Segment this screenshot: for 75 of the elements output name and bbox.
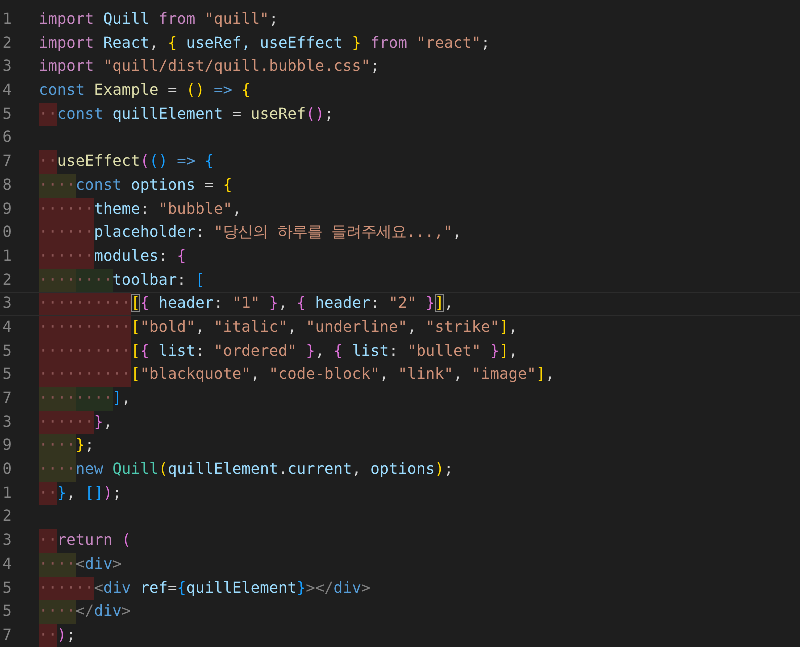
line-number: 1 bbox=[2, 246, 12, 267]
line-number: 3 bbox=[2, 412, 12, 433]
code-line: ["bold", "italic", "underline", "strike"], bbox=[131, 316, 518, 338]
indent-guide: ······ bbox=[39, 198, 94, 222]
line-number: 0 bbox=[2, 459, 12, 480]
code-line: ["blackquote", "code-block", "link", "image"], bbox=[131, 364, 555, 386]
line-number: 9 bbox=[2, 198, 12, 220]
code-line: toolbar: [ bbox=[112, 270, 205, 291]
line-number: 6 bbox=[2, 127, 12, 148]
indent-guide: ······ bbox=[39, 244, 94, 269]
line-number: 2 bbox=[2, 506, 12, 528]
line-number: 5 bbox=[2, 601, 12, 622]
indent-guide: ·· bbox=[39, 102, 58, 126]
indent-guide: ·········· bbox=[39, 316, 132, 340]
indent-guide: ···· bbox=[39, 600, 76, 624]
code-line: import "quill/dist/quill.bubble.css"; bbox=[39, 56, 380, 78]
indent-guide: ······ bbox=[39, 576, 94, 600]
indent-guide: ·········· bbox=[39, 293, 132, 315]
code-line: const Example = () => { bbox=[39, 80, 251, 102]
code-line: const options = { bbox=[76, 174, 232, 196]
code-line: ); bbox=[57, 624, 76, 646]
code-line: placeholder: "당신의 하루를 들려주세요...,", bbox=[94, 222, 462, 244]
line-number: 5 bbox=[2, 104, 12, 125]
code-line: [{ list: "ordered" }, { list: "bullet" }], bbox=[131, 340, 518, 362]
line-number: 3 bbox=[2, 293, 12, 314]
code-line: theme: "bubble", bbox=[94, 198, 242, 220]
indent-guide: ·· bbox=[39, 482, 58, 506]
code-line: [{ header: "1" }, { header: "2" }], bbox=[131, 293, 454, 314]
code-line: const quillElement = useRef(); bbox=[57, 104, 334, 125]
code-line: modules: { bbox=[94, 246, 186, 267]
line-number: 5 bbox=[2, 340, 12, 362]
indent-guide: ·········· bbox=[39, 340, 132, 364]
line-number: 4 bbox=[2, 80, 12, 102]
indent-guide: ·· bbox=[39, 529, 58, 553]
indent-guide: ······ bbox=[39, 221, 94, 245]
indent-guide: ···· bbox=[39, 387, 76, 411]
code-line: }, bbox=[94, 412, 113, 433]
line-number: 5 bbox=[2, 578, 12, 598]
line-number: 0 bbox=[2, 222, 12, 244]
line-number: 1 bbox=[2, 482, 12, 504]
line-number: 2 bbox=[2, 32, 12, 54]
line-number: 4 bbox=[2, 554, 12, 575]
indent-guide: ···· bbox=[76, 387, 113, 411]
indent-guide: ·· bbox=[39, 150, 58, 174]
indent-guide: ···· bbox=[39, 458, 76, 482]
line-number: 2 bbox=[2, 270, 12, 291]
code-line: }, []); bbox=[57, 482, 122, 504]
line-number: 7 bbox=[2, 624, 12, 646]
indent-guide: ···· bbox=[39, 174, 76, 198]
code-line: useEffect(() => { bbox=[57, 151, 214, 172]
line-number: 3 bbox=[2, 56, 12, 78]
line-number: 3 bbox=[2, 530, 12, 552]
indent-guide: ······ bbox=[39, 410, 94, 434]
indent-guide: ···· bbox=[76, 268, 113, 292]
line-number: 7 bbox=[2, 151, 12, 172]
line-number: 5 bbox=[2, 364, 12, 386]
code-line: </div> bbox=[76, 601, 132, 622]
line-number: 1 bbox=[2, 9, 12, 30]
code-line: <div ref={quillElement}></div> bbox=[94, 578, 371, 598]
indent-guide: ···· bbox=[39, 434, 76, 458]
indent-guide: ·· bbox=[39, 624, 58, 647]
indent-guide: ·········· bbox=[39, 363, 132, 387]
code-line: new Quill(quillElement.current, options); bbox=[76, 459, 454, 480]
indent-guide: ···· bbox=[39, 552, 76, 576]
code-line: return ( bbox=[57, 530, 132, 552]
indent-guide: ···· bbox=[39, 268, 76, 292]
line-number: 8 bbox=[2, 174, 12, 196]
line-number: 9 bbox=[2, 435, 12, 456]
code-line: ], bbox=[112, 388, 132, 409]
code-line: import React, { useRef, useEffect } from "react"; bbox=[39, 32, 490, 54]
code-line: import Quill from "quill"; bbox=[39, 9, 278, 30]
line-number: 7 bbox=[2, 388, 12, 409]
line-number: 4 bbox=[2, 316, 12, 338]
code-line: }; bbox=[76, 435, 94, 456]
code-line: <div> bbox=[76, 554, 122, 575]
